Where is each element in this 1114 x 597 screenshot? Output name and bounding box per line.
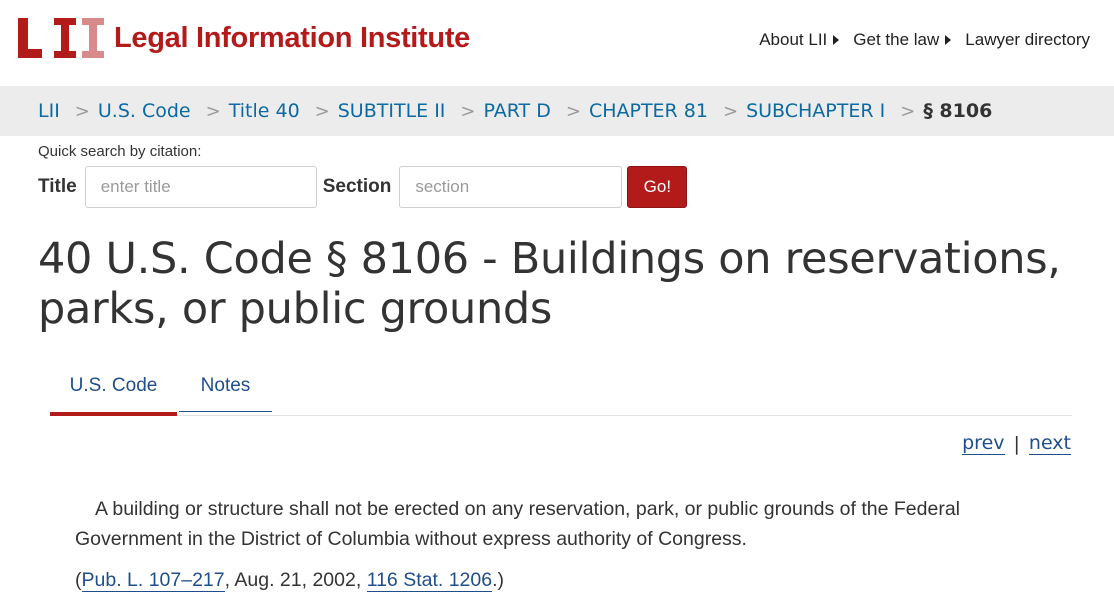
breadcrumb-title-40[interactable]: Title 40 xyxy=(229,100,300,122)
breadcrumb-separator: > xyxy=(314,100,330,122)
tab-notes[interactable]: Notes xyxy=(179,360,272,412)
nav-lawyer-directory[interactable]: Lawyer directory xyxy=(965,30,1090,50)
public-law-link[interactable]: Pub. L. 107–217 xyxy=(81,569,225,592)
section-field-label: Section xyxy=(322,176,392,197)
logo-text: Legal Information Institute xyxy=(114,21,471,54)
citation-open-paren: ( xyxy=(75,569,82,591)
breadcrumb-separator: > xyxy=(460,100,476,122)
logo-letter-i xyxy=(54,18,76,58)
quick-search-label: Quick search by citation: xyxy=(38,143,202,160)
breadcrumb-separator: > xyxy=(722,100,739,122)
breadcrumb-separator: > xyxy=(205,100,221,122)
nav-lawyer-directory-label: Lawyer directory xyxy=(965,30,1090,49)
go-button[interactable]: Go! xyxy=(627,166,688,208)
nav-get-the-law-label: Get the law xyxy=(853,30,940,49)
page-title: 40 U.S. Code § 8106 - Buildings on reser… xyxy=(38,234,1061,334)
breadcrumb-separator: > xyxy=(74,100,90,122)
nav-about-lii-label: About LII xyxy=(759,30,828,49)
prev-link[interactable]: prev xyxy=(962,432,1005,455)
pager-separator: | xyxy=(1013,432,1020,455)
logo-letter-i-light xyxy=(82,18,104,58)
lii-logo[interactable]: Legal Information Institute xyxy=(18,16,470,60)
nav-about-lii[interactable]: About LII xyxy=(759,30,840,50)
title-field-label: Title xyxy=(38,176,77,197)
statutes-at-large-link[interactable]: 116 Stat. 1206 xyxy=(366,569,493,592)
title-input[interactable] xyxy=(84,166,317,208)
citation-close: .) xyxy=(492,569,505,591)
breadcrumb-us-code[interactable]: U.S. Code xyxy=(98,100,191,122)
lii-logo-mark xyxy=(18,18,104,58)
breadcrumb-current-section: § 8106 xyxy=(923,100,993,122)
content-tabs: U.S. Code Notes xyxy=(50,360,1072,416)
caret-right-icon xyxy=(833,35,840,45)
site-header: Legal Information Institute About LII Ge… xyxy=(0,0,1114,86)
logo-letter-l xyxy=(18,18,42,58)
source-credit: (Pub. L. 107–217, Aug. 21, 2002, 116 Sta… xyxy=(75,566,504,594)
next-link[interactable]: next xyxy=(1028,432,1071,455)
breadcrumb-subtitle-ii[interactable]: SUBTITLE II xyxy=(338,100,446,122)
top-nav: About LII Get the law Lawyer directory xyxy=(745,30,1090,50)
breadcrumb-separator: > xyxy=(565,100,581,122)
breadcrumb-chapter-81[interactable]: CHAPTER 81 xyxy=(589,100,708,122)
breadcrumb-separator: > xyxy=(900,100,916,122)
section-pager: prev | next xyxy=(962,432,1071,455)
breadcrumb-subchapter-i[interactable]: SUBCHAPTER I xyxy=(746,100,885,122)
caret-right-icon xyxy=(945,35,952,45)
tab-us-code[interactable]: U.S. Code xyxy=(50,360,177,416)
breadcrumb-part-d[interactable]: PART D xyxy=(484,100,551,122)
section-input[interactable] xyxy=(399,166,623,208)
statute-text: A building or structure shall not be ere… xyxy=(75,498,960,550)
quick-search-form: Title Section Go! xyxy=(38,166,688,208)
citation-date: , Aug. 21, 2002, xyxy=(224,569,367,591)
breadcrumb: LII > U.S. Code > Title 40 > SUBTITLE II… xyxy=(0,86,1114,136)
breadcrumb-lii[interactable]: LII xyxy=(38,100,60,122)
nav-get-the-law[interactable]: Get the law xyxy=(853,30,952,50)
